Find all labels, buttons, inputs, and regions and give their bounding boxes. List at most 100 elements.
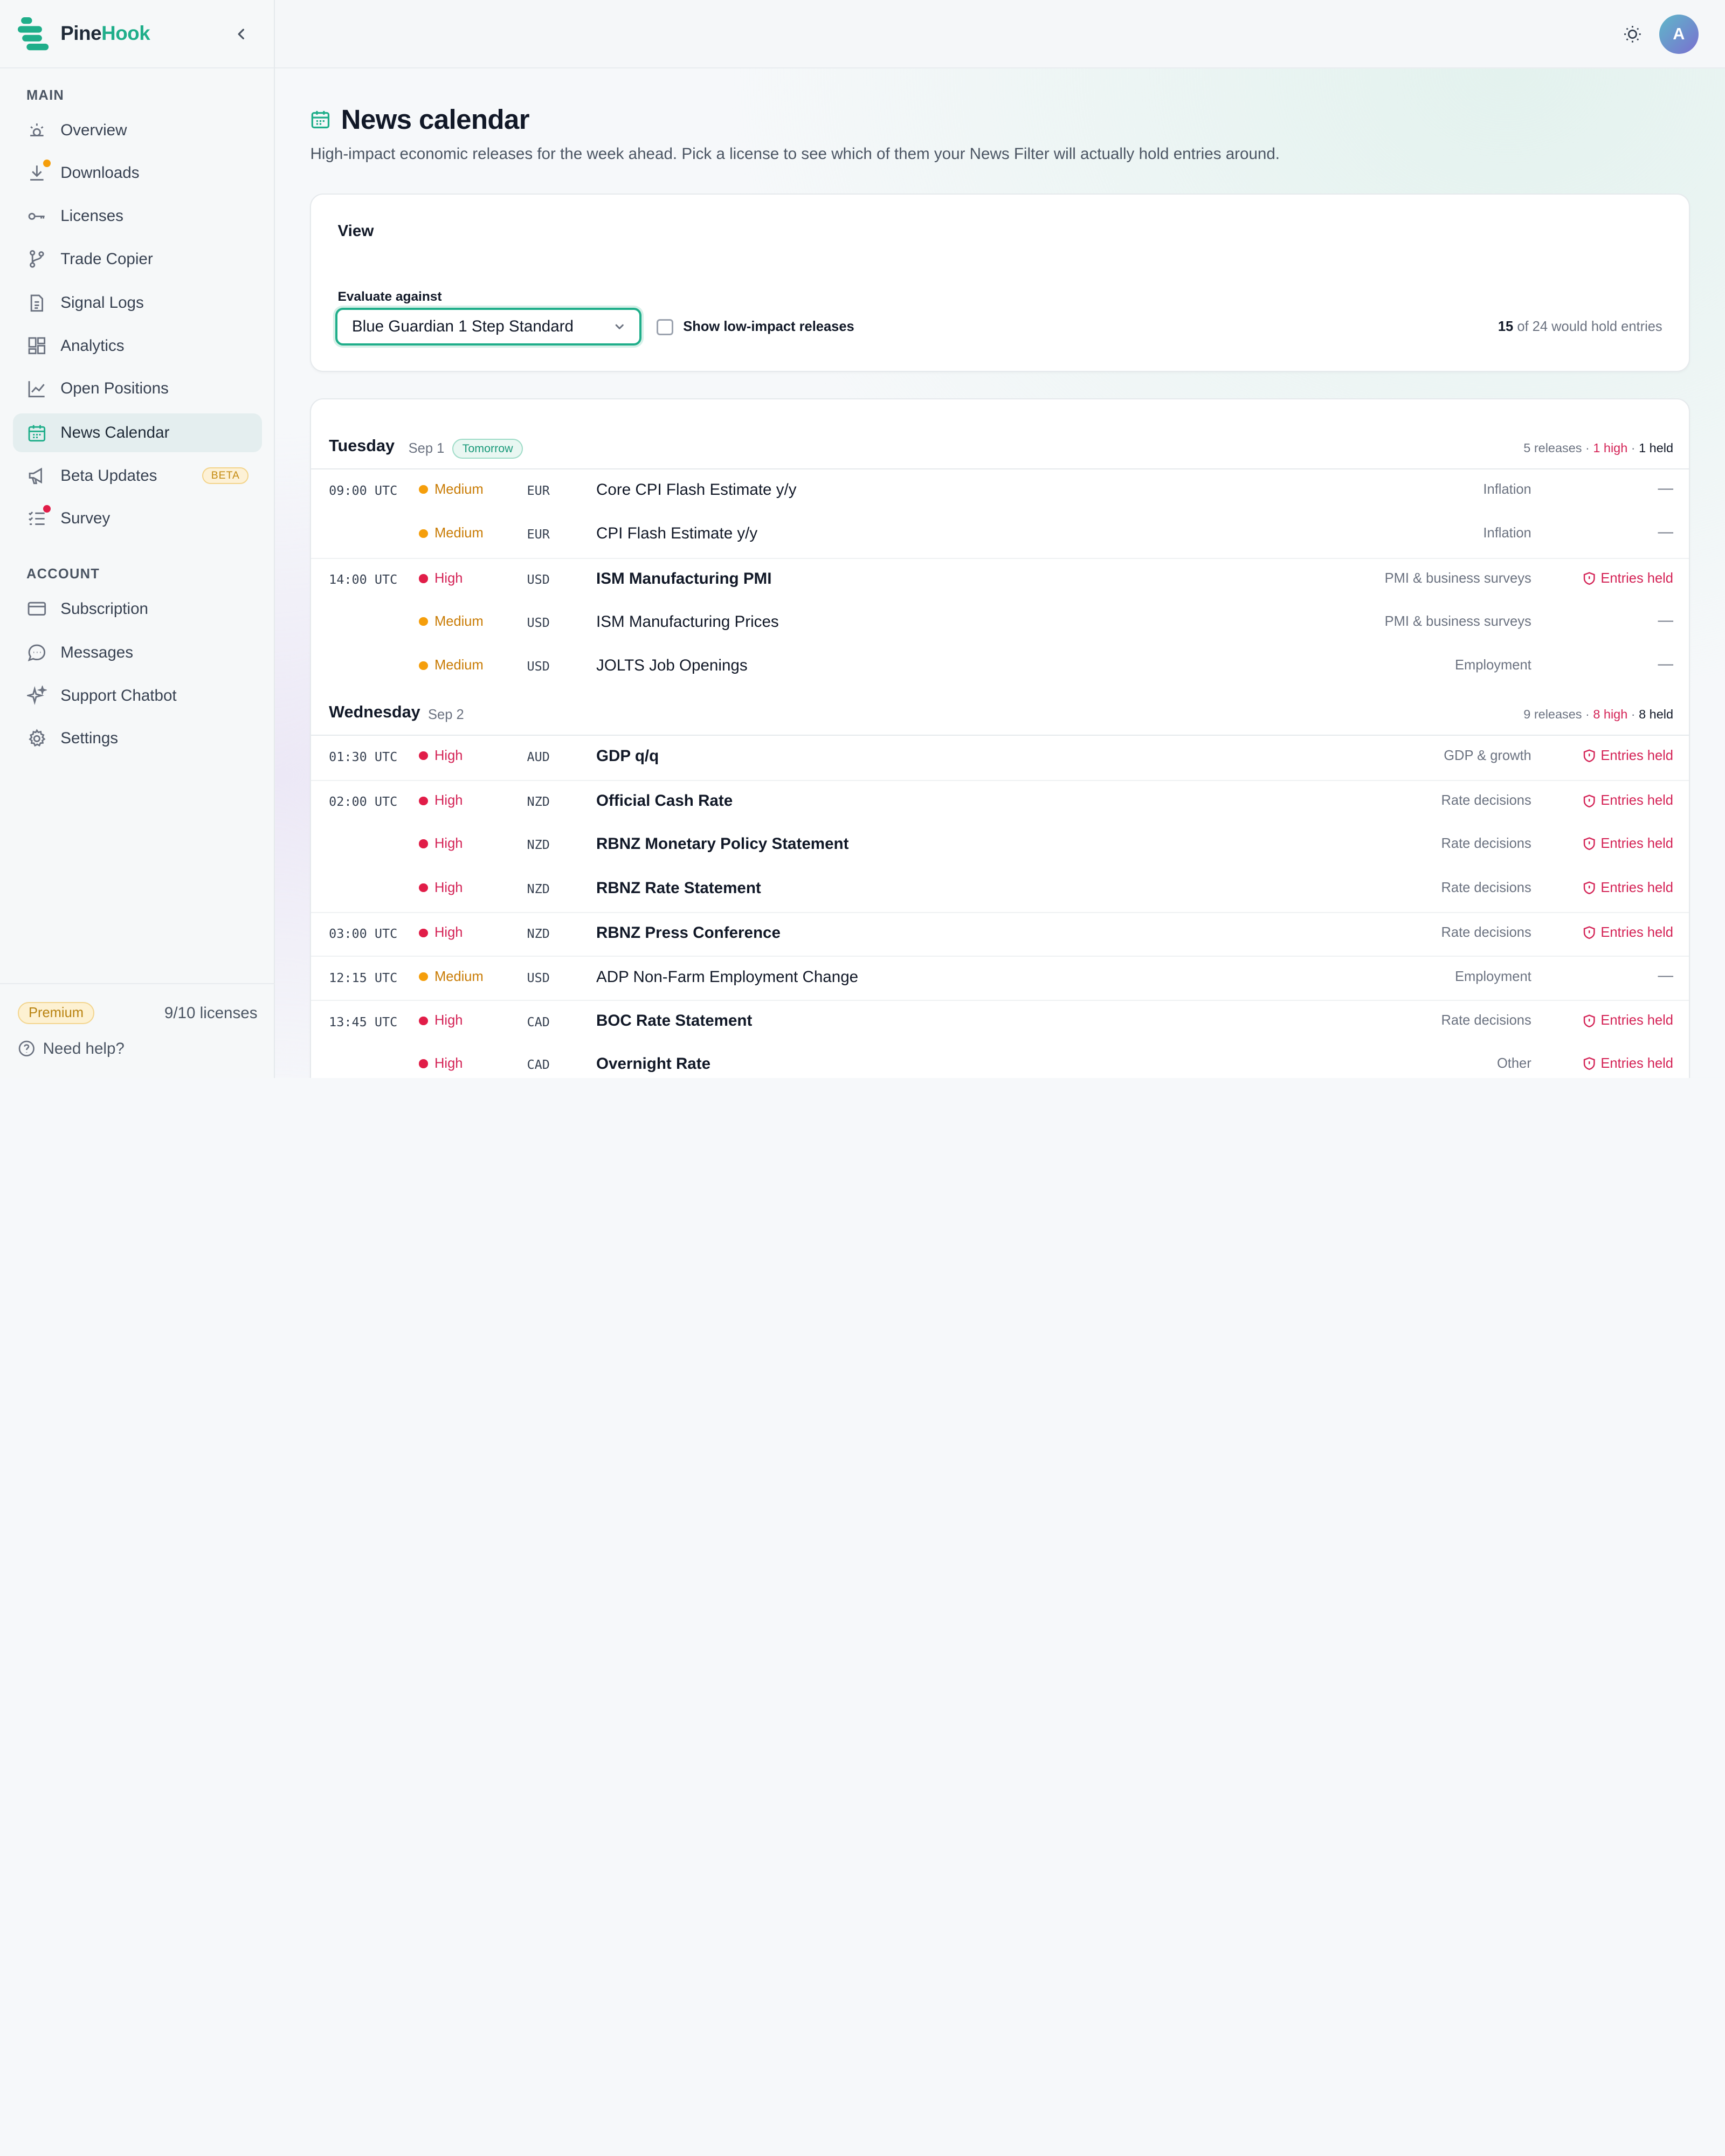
release-time: 09:00 UTC bbox=[329, 482, 398, 498]
impact-label: High bbox=[434, 793, 463, 808]
status-label: Entries held bbox=[1600, 793, 1673, 808]
impact-label: Medium bbox=[434, 481, 484, 497]
release-row[interactable]: 14:00 UTC High USD ISM Manufacturing PMI PMI… bbox=[311, 557, 1689, 602]
release-title: Official Cash Rate bbox=[596, 792, 733, 810]
release-row[interactable]: Medium USD ISM Manufacturing Prices PMI & b… bbox=[311, 602, 1688, 646]
impact-label: Medium bbox=[434, 613, 484, 629]
impact-label: High bbox=[434, 571, 463, 586]
help-circle-icon bbox=[18, 1040, 34, 1057]
release-category: Rate decisions bbox=[1441, 1013, 1531, 1028]
day-name: Wednesday bbox=[329, 703, 420, 721]
chat-icon bbox=[26, 642, 47, 664]
entries-held-status: Entries held bbox=[1583, 1013, 1673, 1028]
shield-icon bbox=[1583, 837, 1595, 851]
impact-label: High bbox=[434, 1056, 463, 1072]
impact-dot bbox=[419, 617, 428, 626]
day-stats: 9 releases · 8 high · 8 held bbox=[1523, 707, 1673, 722]
release-title: RBNZ Rate Statement bbox=[596, 879, 761, 897]
impact-label: High bbox=[434, 880, 463, 895]
sidebar-item-settings[interactable]: Settings bbox=[13, 720, 261, 758]
impact-label: Medium bbox=[434, 658, 484, 673]
impact-dot bbox=[419, 529, 428, 538]
release-title: Core CPI Flash Estimate y/y bbox=[596, 480, 797, 499]
release-row[interactable]: 02:00 UTC High NZD Official Cash Rate Rate d… bbox=[311, 779, 1689, 824]
release-row[interactable]: High CAD Overnight Rate Other Entries held bbox=[311, 1044, 1688, 1078]
impact-label: High bbox=[434, 925, 463, 941]
key-icon bbox=[26, 206, 47, 227]
sidebar-item-beta-updates[interactable]: Beta Updates BETA bbox=[13, 457, 261, 495]
release-row[interactable]: High NZD RBNZ Monetary Policy Statement Rat… bbox=[311, 824, 1688, 868]
shield-icon bbox=[1583, 1014, 1595, 1027]
status-none: — bbox=[1658, 611, 1673, 629]
sidebar-item-overview[interactable]: Overview bbox=[13, 111, 261, 149]
sidebar-item-news-calendar[interactable]: News Calendar bbox=[13, 413, 262, 452]
show-low-impact-label[interactable]: Show low-impact releases bbox=[683, 319, 854, 335]
release-row[interactable]: High NZD RBNZ Rate Statement Rate decisions… bbox=[311, 868, 1688, 912]
impact-dot bbox=[419, 972, 428, 982]
sidebar-item-support-chatbot[interactable]: Support Chatbot bbox=[13, 676, 261, 715]
sidebar-item-downloads[interactable]: Downloads bbox=[13, 154, 261, 192]
sidebar-item-label: Beta Updates bbox=[60, 466, 157, 485]
impact-label: High bbox=[434, 1013, 463, 1028]
impact-level: Medium bbox=[419, 658, 484, 673]
currency-code: EUR bbox=[527, 482, 550, 498]
license-select[interactable]: Blue Guardian 1 Step Standard bbox=[335, 308, 641, 345]
chevron-down-icon bbox=[615, 324, 624, 329]
currency-code: USD bbox=[527, 659, 550, 674]
release-title: BOC Rate Statement bbox=[596, 1012, 753, 1030]
sidebar-item-survey[interactable]: Survey bbox=[13, 500, 261, 538]
currency-code: AUD bbox=[527, 749, 550, 764]
releases-list: Tuesday Sep 1 Tomorrow 5 releases · 1 high … bbox=[310, 398, 1690, 1078]
release-row[interactable]: 13:45 UTC High CAD BOC Rate Statement Rate d… bbox=[311, 1000, 1689, 1044]
sidebar-item-label: News Calendar bbox=[60, 424, 170, 442]
entries-held-status: Entries held bbox=[1583, 925, 1673, 941]
release-category: Rate decisions bbox=[1441, 880, 1531, 895]
megaphone-icon bbox=[26, 465, 47, 486]
beta-badge: BETA bbox=[202, 467, 249, 485]
release-title: ADP Non-Farm Employment Change bbox=[596, 968, 859, 986]
release-title: ISM Manufacturing PMI bbox=[596, 570, 772, 588]
show-low-impact-checkbox[interactable] bbox=[657, 319, 673, 336]
release-row[interactable]: 09:00 UTC Medium EUR Core CPI Flash Estimat… bbox=[311, 469, 1688, 514]
day-header: Tuesday Sep 1 Tomorrow 5 releases · 1 high … bbox=[311, 424, 1689, 470]
sidebar-item-open-positions[interactable]: Open Positions bbox=[13, 370, 261, 408]
release-row[interactable]: Medium EUR CPI Flash Estimate y/y Inflation… bbox=[311, 514, 1688, 558]
impact-level: Medium bbox=[419, 613, 484, 630]
git-branch-icon bbox=[26, 248, 47, 270]
release-category: GDP & growth bbox=[1444, 748, 1531, 763]
release-row[interactable]: 03:00 UTC High NZD RBNZ Press Conference Rat… bbox=[311, 911, 1689, 956]
hold-summary: 15 of 24 would hold entries bbox=[1498, 319, 1662, 335]
shield-icon bbox=[1583, 881, 1595, 894]
sidebar-item-trade-copier[interactable]: Trade Copier bbox=[13, 240, 261, 278]
shield-icon bbox=[1583, 794, 1595, 807]
license-select-value: Blue Guardian 1 Step Standard bbox=[351, 317, 574, 336]
day-name: Tuesday bbox=[329, 437, 395, 455]
sidebar-item-label: Analytics bbox=[60, 336, 125, 355]
sidebar-item-analytics[interactable]: Analytics bbox=[13, 327, 261, 365]
release-category: Rate decisions bbox=[1441, 835, 1531, 851]
theme-toggle-button[interactable] bbox=[1622, 23, 1644, 45]
sidebar-item-label: Messages bbox=[60, 644, 134, 662]
main-content: News calendar High-impact economic relea… bbox=[275, 68, 1725, 1078]
release-row[interactable]: 01:30 UTC High AUD GDP q/q GDP & growth Entri… bbox=[311, 736, 1688, 780]
sidebar-item-signal-logs[interactable]: Signal Logs bbox=[13, 284, 261, 322]
plan-badge[interactable]: Premium bbox=[17, 1002, 95, 1025]
release-title: RBNZ Press Conference bbox=[596, 924, 781, 942]
app-root: PineHook MAIN Overview Downloads License… bbox=[0, 0, 1725, 1078]
need-help-link[interactable]: Need help? bbox=[18, 1040, 125, 1058]
release-title: JOLTS Job Openings bbox=[596, 657, 748, 675]
release-row[interactable]: 12:15 UTC Medium USD ADP Non-Farm Employmen… bbox=[311, 956, 1689, 1000]
sidebar-item-licenses[interactable]: Licenses bbox=[13, 197, 261, 235]
view-card-title: View bbox=[337, 222, 374, 240]
sidebar-item-messages[interactable]: Messages bbox=[13, 634, 261, 672]
status-label: Entries held bbox=[1600, 1056, 1673, 1072]
release-row[interactable]: Medium USD JOLTS Job Openings Employment — bbox=[311, 646, 1688, 690]
collapse-sidebar-button[interactable] bbox=[229, 22, 253, 46]
card-icon bbox=[26, 598, 47, 619]
user-avatar[interactable]: A bbox=[1659, 14, 1699, 54]
release-category: Inflation bbox=[1483, 481, 1531, 497]
impact-dot bbox=[419, 883, 428, 893]
sidebar-item-label: Signal Logs bbox=[60, 294, 144, 312]
sidebar-item-subscription[interactable]: Subscription bbox=[13, 590, 261, 628]
impact-dot bbox=[419, 928, 428, 937]
